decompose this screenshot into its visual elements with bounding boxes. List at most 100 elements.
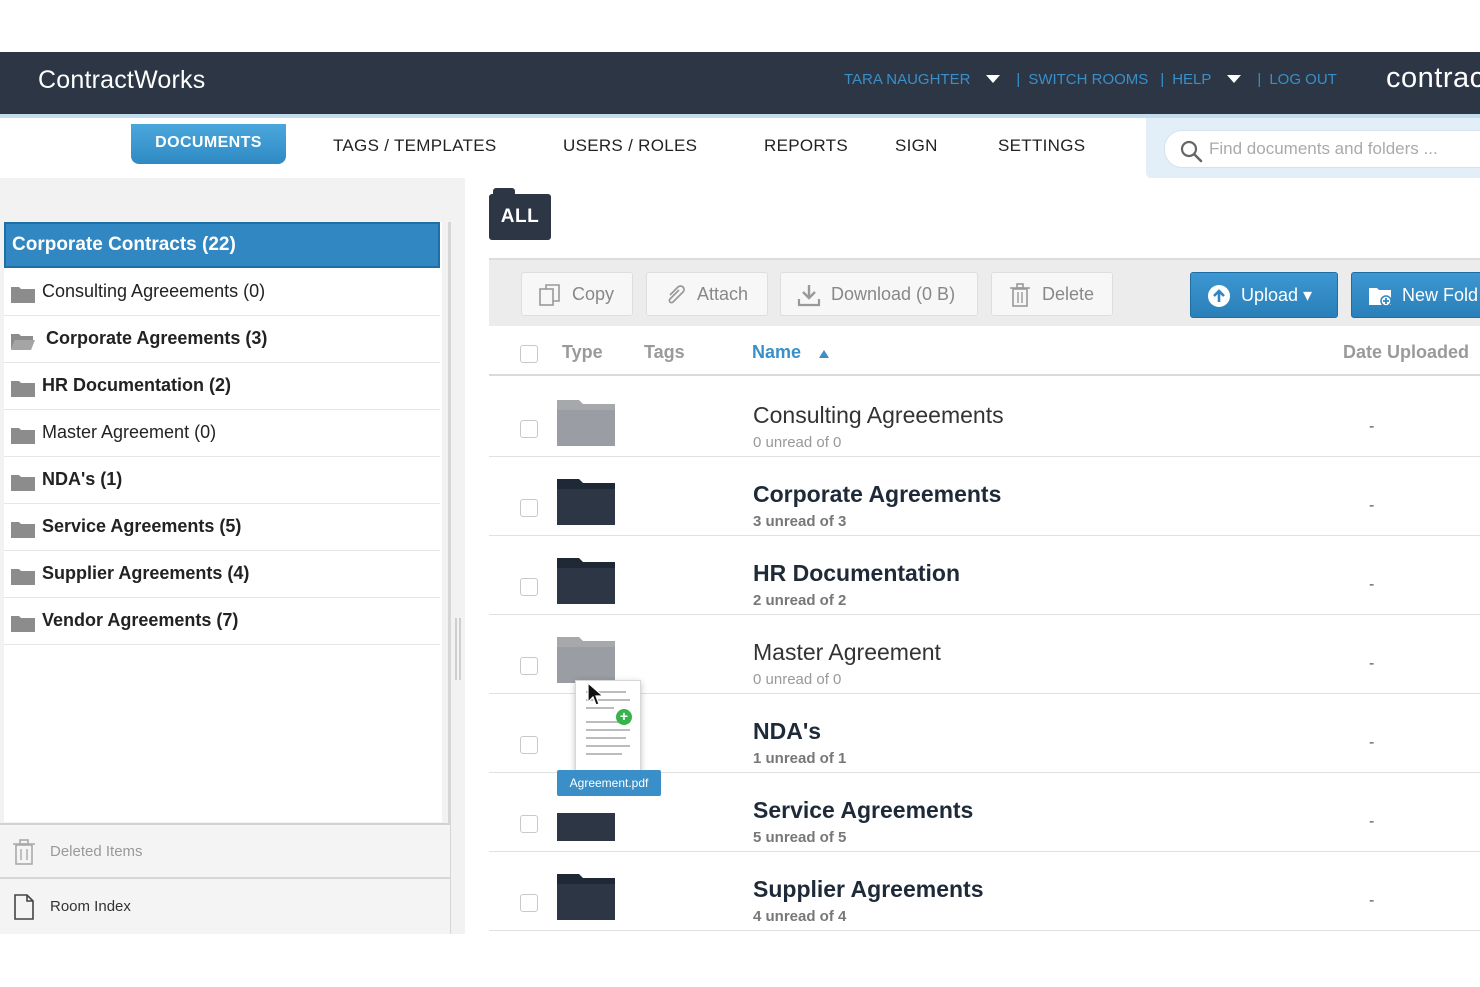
tab-documents[interactable]: DOCUMENTS [131,124,286,164]
top-links: TARA NAUGHTER | SWITCH ROOMS | HELP | LO… [844,68,1349,90]
sidebar-item-label: HR Documentation (2) [42,375,231,395]
brand-logo: contrac [1386,62,1480,94]
folder-empty-icon [557,637,615,683]
plus-icon: + [616,709,632,725]
column-date-uploaded[interactable]: Date Uploaded [1343,342,1469,363]
row-name[interactable]: Consulting Agreeements [753,402,1004,429]
folder-icon [11,381,35,397]
sidebar-item-service-agreements[interactable]: Service Agreements (5) [4,504,440,551]
row-checkbox[interactable] [520,499,538,517]
sort-ascending-icon[interactable] [819,350,829,358]
row-date: - [1369,892,1375,909]
all-folder-badge[interactable]: ALL [489,188,551,240]
folder-icon [557,558,615,604]
tab-tags-templates[interactable]: TAGS / TEMPLATES [333,136,497,156]
main-nav: DOCUMENTS TAGS / TEMPLATES USERS / ROLES… [0,114,1480,180]
table-row[interactable]: Supplier Agreements 4 unread of 4 - [489,852,1480,931]
app-window: ContractWorks TARA NAUGHTER | SWITCH ROO… [0,52,1480,934]
table-row[interactable]: HR Documentation 2 unread of 2 - [489,536,1480,615]
row-date: - [1369,813,1375,830]
chevron-down-icon[interactable] [986,75,1001,83]
divider: | [1016,70,1021,88]
deleted-items-label: Deleted Items [50,843,143,860]
row-unread-count: 5 unread of 5 [753,829,847,846]
chevron-down-icon[interactable] [1227,75,1242,83]
sidebar-item-hr-documentation[interactable]: HR Documentation (2) [4,363,440,410]
copy-icon [539,284,560,306]
download-button[interactable]: Download (0 B) [780,272,978,316]
attach-button[interactable]: Attach [646,272,768,316]
app-title: ContractWorks [38,66,206,94]
deleted-items-link[interactable]: Deleted Items [0,825,450,879]
download-icon [797,285,821,307]
tab-users-roles[interactable]: USERS / ROLES [563,136,697,156]
trash-icon [1010,283,1030,307]
row-checkbox[interactable] [520,894,538,912]
delete-label: Delete [1042,284,1095,304]
copy-button[interactable]: Copy [521,272,633,316]
folder-icon [11,287,35,303]
row-checkbox[interactable] [520,736,538,754]
sidebar-item-vendor-agreements[interactable]: Vendor Agreements (7) [4,598,440,645]
new-folder-label: New Fold [1402,285,1479,305]
table-row[interactable]: Consulting Agreeements 0 unread of 0 - [489,378,1480,457]
row-checkbox[interactable] [520,657,538,675]
user-menu-link[interactable]: TARA NAUGHTER [844,71,970,88]
drag-preview[interactable]: + Agreement.pdf [557,680,661,798]
sidebar-item-corporate-agreements[interactable]: Corporate Agreements (3) [4,316,440,363]
delete-button[interactable]: Delete [991,272,1113,316]
tab-settings[interactable]: SETTINGS [998,136,1085,156]
logout-link[interactable]: LOG OUT [1269,71,1337,88]
room-index-link[interactable]: Room Index [0,880,450,934]
paperclip-icon [668,285,685,304]
search-icon [1180,140,1203,163]
select-all-checkbox[interactable] [520,345,538,363]
row-name[interactable]: Corporate Agreements [753,481,1001,508]
row-unread-count: 0 unread of 0 [753,671,842,688]
sidebar: Corporate Contracts (22) Consulting Agre… [0,178,465,934]
tab-sign[interactable]: SIGN [895,136,938,156]
search-input[interactable] [1209,135,1479,163]
tab-reports[interactable]: REPORTS [764,136,848,156]
sidebar-item-consulting-agreements[interactable]: Consulting Agreeements (0) [4,269,440,316]
row-checkbox[interactable] [520,578,538,596]
sidebar-item-label: Vendor Agreements (7) [42,610,239,630]
new-folder-button[interactable]: New Fold [1351,272,1480,318]
table-row[interactable]: Corporate Agreements 3 unread of 3 - [489,457,1480,536]
upload-button[interactable]: Upload ▾ [1190,272,1338,318]
sidebar-item-supplier-agreements[interactable]: Supplier Agreements (4) [4,551,440,598]
folder-icon [11,616,35,632]
sidebar-item-master-agreement[interactable]: Master Agreement (0) [4,410,440,457]
help-link[interactable]: HELP [1172,71,1211,88]
folder-icon [11,428,35,444]
switch-rooms-link[interactable]: SWITCH ROOMS [1028,71,1148,88]
sidebar-item-label: Consulting Agreeements (0) [42,281,266,301]
row-name[interactable]: NDA's [753,718,821,745]
toolbar: Copy Attach Download (0 B) Delete Upload… [489,258,1480,326]
sidebar-item-ndas[interactable]: NDA's (1) [4,457,440,504]
row-date: - [1369,576,1375,593]
folder-icon [11,569,35,585]
row-name[interactable]: HR Documentation [753,560,960,587]
sidebar-item-label: NDA's (1) [42,469,123,489]
column-name[interactable]: Name [752,342,801,363]
sidebar-item-corporate-contracts[interactable]: Corporate Contracts (22) [4,222,440,268]
sidebar-footer: Deleted Items Room Index [0,823,450,934]
divider: | [1257,70,1262,88]
attach-label: Attach [697,284,749,304]
row-name[interactable]: Master Agreement [753,639,941,666]
search-box[interactable] [1164,130,1480,168]
row-name[interactable]: Supplier Agreements [753,876,983,903]
splitter-grip[interactable] [455,618,461,680]
column-tags[interactable]: Tags [644,342,685,363]
row-checkbox[interactable] [520,420,538,438]
row-checkbox[interactable] [520,815,538,833]
upload-icon [1208,285,1230,307]
row-date: - [1369,734,1375,751]
folder-open-icon [11,334,35,350]
row-name[interactable]: Service Agreements [753,797,973,824]
drag-file-label: Agreement.pdf [557,770,661,796]
column-type[interactable]: Type [562,342,603,363]
upload-label: Upload ▾ [1241,285,1313,305]
row-unread-count: 0 unread of 0 [753,434,842,451]
